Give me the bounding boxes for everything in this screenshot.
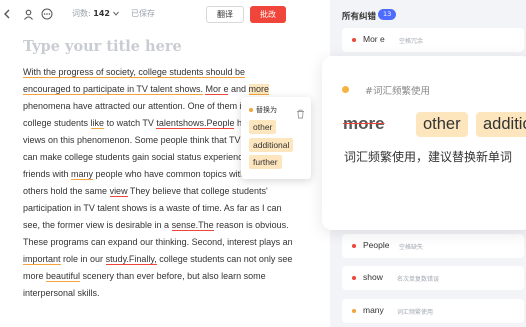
correction-item[interactable]: Mor e 空格冗余	[342, 28, 524, 52]
correction-item[interactable]: show 名次单复数错误	[342, 266, 524, 290]
warning-dot-icon	[352, 309, 356, 313]
flagged-phrase[interactable]: With the progress of society, college st…	[23, 67, 245, 78]
word-count: 词数: 142	[72, 8, 119, 19]
popup-title: 替换为	[256, 106, 277, 114]
original-word: more	[343, 114, 385, 133]
correction-note: 空格缺失	[399, 244, 424, 251]
correction-word: Mor e	[363, 34, 385, 44]
correction-note: 名次单复数错误	[397, 276, 440, 283]
panel-title: 所有纠错	[342, 12, 377, 22]
candidate-word[interactable]: additional	[476, 112, 526, 137]
flagged-word-important[interactable]: important	[23, 254, 61, 265]
save-status: 已保存	[131, 9, 155, 18]
essay-line: important role in our study.Finally, col…	[23, 254, 293, 265]
essay-line: see, the former view is desirable in a s…	[23, 220, 289, 231]
flagged-word-more[interactable]: more	[248, 84, 270, 95]
flagged-word-like[interactable]: like	[90, 118, 105, 129]
flagged-word-talentshows[interactable]: talentshows.People	[156, 118, 235, 129]
back-chevron-icon[interactable]	[0, 7, 14, 21]
essay-line: interpersonal skills.	[23, 288, 100, 298]
correction-note: 词汇频繁使用	[397, 309, 434, 316]
title-input[interactable]: Type your title here	[23, 38, 182, 55]
correction-description: 词汇频繁使用，建议替换新单词	[344, 150, 513, 164]
correction-word: People	[363, 240, 390, 250]
more-options-icon[interactable]	[40, 7, 54, 21]
word-count-label: 词数:	[72, 9, 91, 18]
replacement-option[interactable]: other	[249, 120, 277, 134]
top-toolbar: 词数: 142 已保存 翻译 批改	[0, 0, 330, 30]
error-dot-icon	[352, 38, 356, 42]
correct-button[interactable]: 批改	[250, 6, 286, 23]
correction-word: show	[363, 272, 383, 282]
correction-note: 空格冗余	[399, 38, 424, 45]
essay-line: others hold the same view They believe t…	[23, 186, 268, 197]
replacement-popup: 替换为 other additional further	[241, 97, 311, 179]
correction-word: many	[363, 305, 384, 315]
essay-line: These programs can expand our thinking. …	[23, 237, 293, 247]
essay-line: participation in TV talent shows is a wa…	[23, 203, 282, 213]
flagged-word-more-spacing[interactable]: Mor e	[205, 84, 229, 95]
essay-line: With the progress of society, college st…	[23, 64, 328, 81]
candidate-word[interactable]: other	[416, 112, 468, 137]
flagged-word-sense[interactable]: sense.The	[171, 220, 214, 231]
word-count-value: 142	[93, 9, 110, 18]
word-count-dropdown-icon[interactable]	[112, 11, 119, 16]
error-dot-icon	[352, 244, 356, 248]
replacement-option[interactable]: additional	[249, 138, 294, 152]
replacement-option[interactable]: further	[249, 155, 282, 169]
correction-category: #词汇频繁使用	[365, 86, 430, 97]
flagged-word-view[interactable]: view	[109, 186, 128, 197]
essay-line: more beautiful scenery than ever before,…	[23, 271, 266, 282]
corrections-count-badge: 13	[378, 9, 397, 20]
trash-icon[interactable]	[296, 104, 305, 119]
error-dot-icon	[352, 276, 356, 280]
warning-dot-icon	[342, 86, 349, 93]
essay-line: encouraged to participate in TV talent s…	[23, 84, 270, 95]
user-icon[interactable]	[21, 7, 35, 21]
flagged-word-many[interactable]: many	[71, 169, 94, 180]
flagged-word-beautiful[interactable]: beautiful	[46, 271, 81, 282]
flagged-phrase[interactable]: encouraged to participate in TV talent s…	[23, 84, 203, 95]
warning-dot-icon	[249, 108, 253, 112]
flagged-word-finally[interactable]: study.Finally,	[105, 254, 157, 265]
correction-item[interactable]: People 空格缺失	[342, 234, 524, 258]
correction-item[interactable]: many 词汇频繁使用	[342, 299, 524, 323]
correction-detail-card[interactable]: #词汇频繁使用 more other additional 词汇频繁使用，建议替…	[322, 56, 526, 230]
translate-button[interactable]: 翻译	[206, 6, 244, 23]
